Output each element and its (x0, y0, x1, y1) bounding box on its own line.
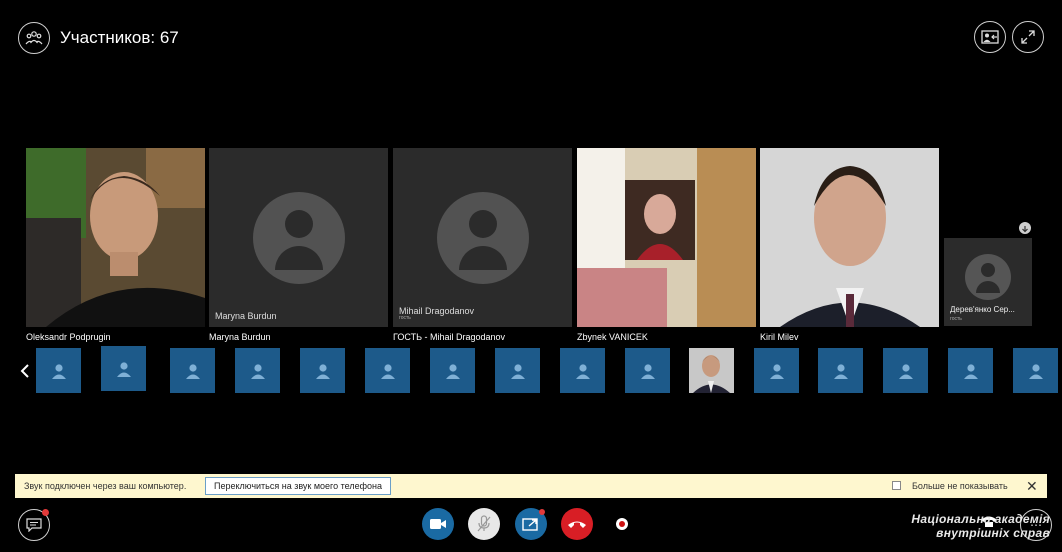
mute-button[interactable] (468, 508, 500, 540)
strip-participant-tile[interactable] (365, 348, 410, 393)
watermark-line: Національна академія (911, 512, 1050, 526)
video-tile-kiril[interactable] (760, 148, 939, 327)
chevron-left-icon (20, 364, 29, 378)
user-placeholder-icon (380, 363, 395, 379)
strip-participant-tile[interactable] (170, 348, 215, 393)
end-call-button[interactable] (561, 508, 593, 540)
video-tile-overflow[interactable]: Дерев'янко Сер... гость (944, 238, 1032, 326)
strip-participant-tile[interactable] (495, 348, 540, 393)
strip-prev-button[interactable] (18, 362, 32, 380)
video-toggle-button[interactable] (422, 508, 454, 540)
user-placeholder-icon (963, 363, 978, 379)
video-tile-zbynek[interactable] (577, 148, 756, 327)
tile-inner-name: Maryna Burdun (215, 311, 277, 321)
video-tile-oleksandr[interactable] (26, 148, 205, 327)
contact-card-icon (981, 30, 999, 44)
fullscreen-button[interactable] (1012, 21, 1044, 53)
strip-participant-tile[interactable] (625, 348, 670, 393)
avatar-placeholder-icon (252, 191, 345, 284)
participant-name: Oleksandr Podprugin (26, 332, 111, 342)
strip-participant-tile[interactable] (948, 348, 993, 393)
participant-name: Maryna Burdun (209, 332, 271, 342)
strip-participant-tile[interactable] (818, 348, 863, 393)
participants-count: Участников: 67 (60, 28, 179, 47)
avatar-placeholder-icon (436, 191, 529, 284)
chat-icon (26, 518, 42, 532)
share-icon (522, 518, 538, 531)
microphone-muted-icon (477, 515, 491, 532)
strip-participant-tile[interactable] (235, 348, 280, 393)
strip-participant-tile[interactable] (689, 348, 734, 393)
participant-photo (689, 348, 734, 393)
participant-photo (760, 148, 939, 327)
participant-name: Zbynek VANICEK (577, 332, 648, 342)
notification-dot-icon (42, 509, 49, 516)
strip-participant-tile[interactable] (36, 348, 81, 393)
user-placeholder-icon (640, 363, 655, 379)
user-placeholder-icon (575, 363, 590, 379)
strip-participant-tile[interactable] (560, 348, 605, 393)
share-screen-button[interactable] (515, 508, 547, 540)
strip-participant-tile[interactable] (1013, 348, 1058, 393)
avatar-placeholder-icon (965, 253, 1011, 300)
watermark: Національна академія внутрішніх справ (911, 512, 1050, 540)
participant-name: ГОСТЬ - Mihail Dragodanov (393, 332, 506, 342)
tile-inner-role: гость (399, 315, 411, 321)
video-tile-mihail[interactable]: Mihail Dragodanov гость (393, 148, 572, 327)
audio-notification-bar: Звук подключен через ваш компьютер. Пере… (15, 474, 1047, 498)
user-placeholder-icon (510, 363, 525, 379)
user-placeholder-icon (116, 361, 131, 377)
participant-name: Kiril Milev (760, 332, 799, 342)
participant-photo (26, 148, 205, 327)
participant-photo (577, 148, 756, 327)
tile-inner-name: Дерев'янко Сер... (950, 305, 1015, 314)
strip-participant-tile[interactable] (101, 346, 146, 391)
user-placeholder-icon (833, 363, 848, 379)
dont-show-label: Больше не показывать (912, 481, 1008, 491)
dont-show-checkbox[interactable] (892, 481, 901, 490)
tile-inner-role: гость (950, 316, 962, 322)
switch-view-button[interactable] (974, 21, 1006, 53)
people-icon (25, 31, 43, 45)
chat-button[interactable] (18, 509, 50, 541)
hang-up-icon (568, 521, 586, 528)
notification-message: Звук подключен через ваш компьютер. (24, 481, 187, 491)
user-placeholder-icon (898, 363, 913, 379)
video-tile-maryna[interactable]: Maryna Burdun (209, 148, 388, 327)
close-icon[interactable]: ✕ (1026, 478, 1038, 495)
user-placeholder-icon (185, 363, 200, 379)
strip-participant-tile[interactable] (430, 348, 475, 393)
switch-to-phone-audio-button[interactable]: Переключиться на звук моего телефона (205, 477, 392, 495)
more-options-button[interactable] (616, 518, 628, 530)
strip-participant-tile[interactable] (754, 348, 799, 393)
user-placeholder-icon (1028, 363, 1043, 379)
participants-button[interactable] (18, 22, 50, 54)
user-placeholder-icon (250, 363, 265, 379)
strip-participant-tile[interactable] (883, 348, 928, 393)
record-dot-icon (619, 521, 625, 527)
user-placeholder-icon (315, 363, 330, 379)
strip-participant-tile[interactable] (300, 348, 345, 393)
camera-icon (430, 519, 446, 529)
watermark-line: внутрішніх справ (936, 526, 1050, 540)
expand-icon (1021, 30, 1035, 44)
arrow-down-icon[interactable] (1019, 222, 1031, 234)
user-placeholder-icon (51, 363, 66, 379)
user-placeholder-icon (769, 363, 784, 379)
notification-dot-icon (539, 509, 545, 515)
user-placeholder-icon (445, 363, 460, 379)
